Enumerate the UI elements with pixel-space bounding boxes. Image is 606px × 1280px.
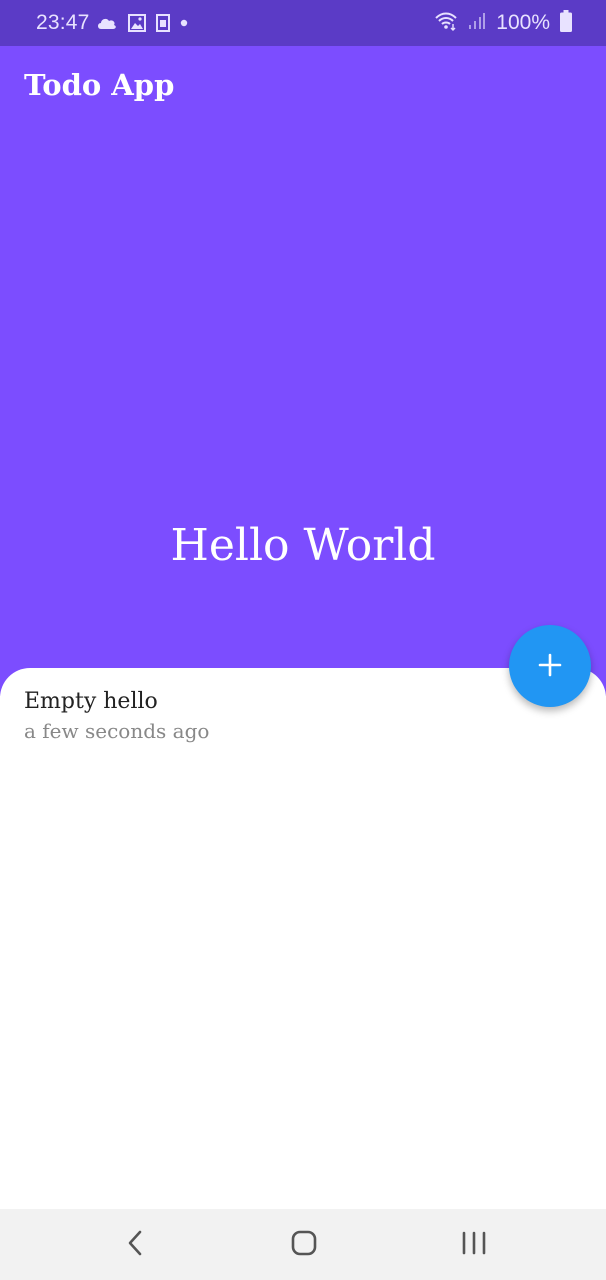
- status-bar: 23:47 100%: [0, 0, 606, 46]
- dot-icon: [180, 19, 188, 27]
- home-button[interactable]: [264, 1209, 344, 1280]
- battery-percent: 100%: [496, 11, 550, 34]
- hero-text: Hello World: [170, 520, 436, 571]
- home-icon: [291, 1230, 317, 1260]
- recents-button[interactable]: [434, 1209, 514, 1280]
- todo-title: Empty hello: [24, 689, 158, 714]
- back-button[interactable]: [95, 1209, 175, 1280]
- list-item[interactable]: Empty hello a few seconds ago: [24, 688, 484, 746]
- todo-list: Empty hello a few seconds ago: [0, 668, 606, 1209]
- navigation-bar: [0, 1209, 606, 1280]
- back-icon: [126, 1230, 144, 1260]
- signal-icon: [468, 12, 486, 35]
- wifi-icon: [434, 11, 458, 36]
- app-header: Todo App Hello World: [0, 46, 606, 696]
- sim-card-icon: [156, 14, 170, 32]
- add-todo-button[interactable]: [509, 625, 591, 707]
- recents-icon: [461, 1231, 487, 1259]
- status-time: 23:47: [36, 11, 90, 34]
- status-notification-icons: [96, 10, 188, 36]
- battery-icon: [560, 9, 572, 37]
- app-title: Todo App: [24, 68, 175, 102]
- cloud-icon: [96, 16, 118, 30]
- todo-timestamp: a few seconds ago: [24, 719, 210, 743]
- status-system-icons: 100%: [434, 9, 572, 37]
- plus-icon: [538, 653, 562, 680]
- image-icon: [128, 14, 146, 32]
